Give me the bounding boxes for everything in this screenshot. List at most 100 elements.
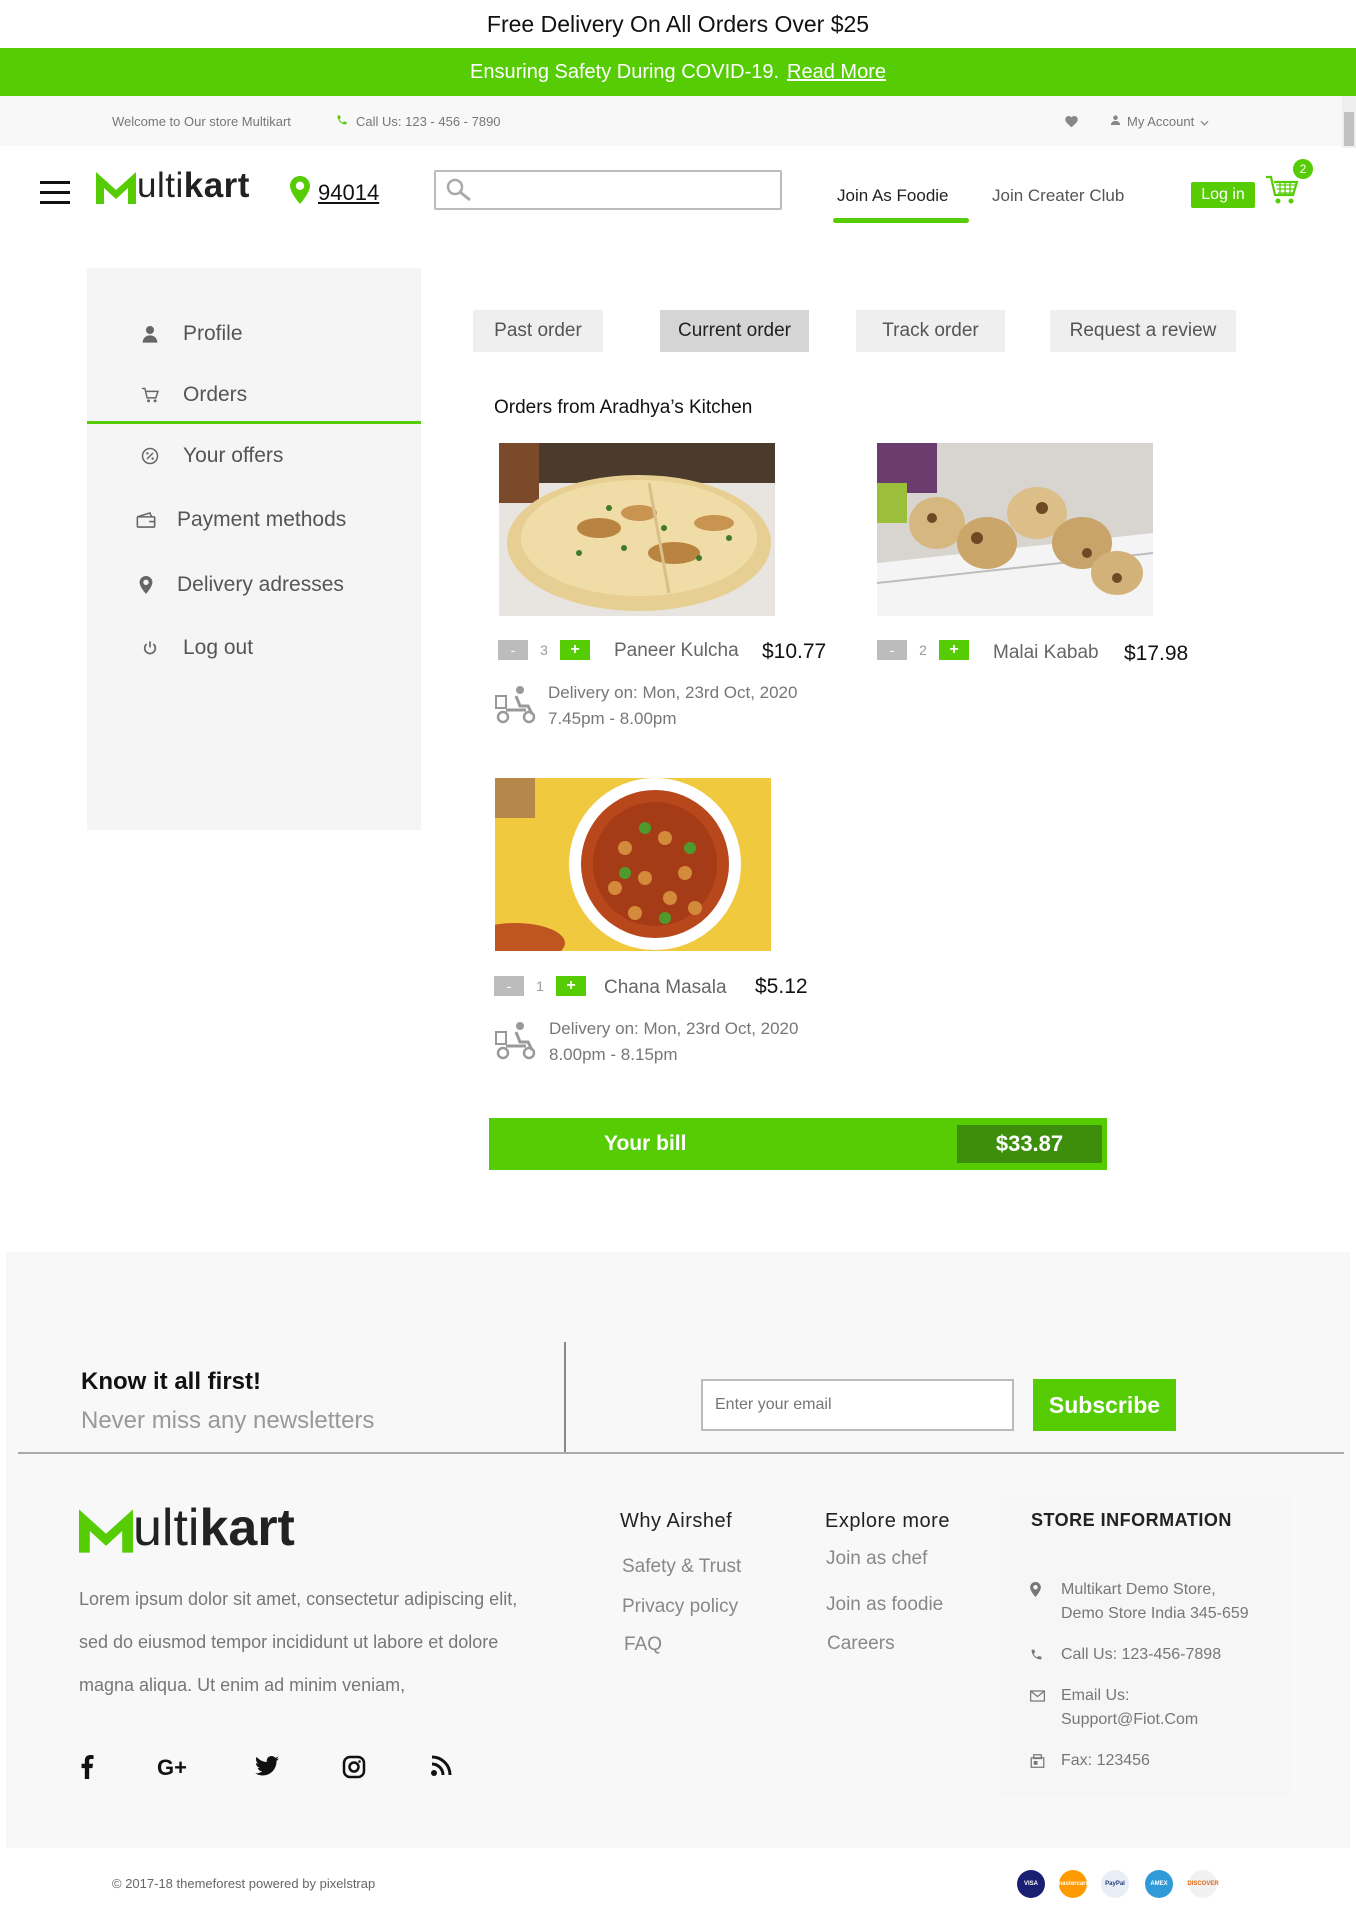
delivery-time: 7.45pm - 8.00pm [548, 709, 677, 728]
store-address-line-1: Multikart Demo Store, [1061, 1581, 1216, 1598]
phone-icon [1030, 1648, 1043, 1666]
multikart-logo[interactable]: ultikart [96, 168, 250, 204]
facebook-icon[interactable] [80, 1755, 94, 1784]
amex-icon: AMEX [1145, 1870, 1173, 1898]
discover-icon: DISCOVER [1187, 1870, 1219, 1898]
footer-link-join-chef[interactable]: Join as chef [826, 1548, 927, 1570]
kitchen-title: Orders from Aradhya’s Kitchen [494, 397, 753, 418]
decrease-button[interactable]: - [494, 976, 524, 996]
bill-label: Your bill [604, 1132, 687, 1155]
read-more-link[interactable]: Read More [787, 61, 886, 84]
location-pin-icon [290, 176, 310, 209]
delivery-date: Delivery on: Mon, 23rd Oct, 2020 [549, 1019, 799, 1038]
search-box[interactable] [434, 170, 782, 210]
tab-past-order[interactable]: Past order [473, 310, 603, 352]
nav-join-creater-club[interactable]: Join Creater Club [992, 186, 1124, 206]
newsletter-email-field[interactable] [701, 1379, 1014, 1431]
tab-current-order[interactable]: Current order [660, 310, 809, 352]
tab-request-review[interactable]: Request a review [1050, 310, 1236, 352]
logo-m-mark [79, 1509, 133, 1553]
logo-m-mark [96, 172, 136, 204]
utility-phone-text: Call Us: 123 - 456 - 7890 [356, 113, 501, 129]
rss-icon[interactable] [430, 1755, 452, 1782]
footer-why-title: Why Airshef [620, 1510, 733, 1532]
search-input[interactable] [436, 172, 780, 208]
store-phone: Call Us: 123-456-7898 [1061, 1646, 1222, 1663]
quantity-value: 3 [528, 640, 560, 660]
user-icon [137, 325, 163, 343]
instagram-icon[interactable] [342, 1755, 366, 1784]
my-account-label: My Account [1127, 113, 1195, 129]
bill-amount: $33.87 [957, 1125, 1102, 1163]
tab-track-order[interactable]: Track order [856, 310, 1005, 352]
decrease-button[interactable]: - [498, 640, 528, 660]
footer-link-privacy[interactable]: Privacy policy [622, 1596, 738, 1618]
increase-button[interactable]: + [560, 640, 590, 660]
google-plus-icon[interactable]: G+ [157, 1755, 193, 1784]
cart-icon [137, 387, 163, 403]
food-price: $10.77 [762, 640, 827, 663]
store-address-line-2: Demo Store India 345-659 [1061, 1605, 1249, 1622]
footer-link-faq[interactable]: FAQ [624, 1634, 662, 1656]
footer-logo[interactable]: ultikart [79, 1502, 295, 1554]
login-button[interactable]: Log in [1191, 182, 1255, 208]
sidebar-item-label: Payment methods [177, 508, 347, 531]
scrollbar-thumb[interactable] [1344, 112, 1354, 146]
food-price: $17.98 [1124, 642, 1189, 665]
store-email-address[interactable]: Support@Fiot.Com [1061, 1708, 1198, 1732]
increase-button[interactable]: + [939, 640, 969, 660]
sidebar-item-profile[interactable]: Profile [87, 314, 421, 354]
footer-link-careers[interactable]: Careers [827, 1633, 895, 1655]
zip-code-link[interactable]: 94014 [318, 180, 379, 206]
search-icon [444, 177, 474, 208]
email-input[interactable] [703, 1381, 1012, 1429]
malai-kabab-image [877, 443, 1153, 616]
store-info-title: STORE INFORMATION [1031, 1510, 1232, 1530]
store-email: Email Us: Support@Fiot.Com [1061, 1684, 1198, 1732]
food-name: Chana Masala [604, 977, 727, 998]
store-fax: Fax: 123456 [1061, 1752, 1150, 1769]
logo-bold-text: kart [199, 1499, 295, 1557]
sidebar-item-label: Profile [183, 322, 243, 345]
twitter-icon[interactable] [255, 1755, 279, 1782]
bill-bar[interactable]: Your bill $33.87 [489, 1118, 1107, 1170]
shopping-cart-icon[interactable] [1265, 174, 1299, 211]
sidebar-item-label: Delivery adresses [177, 573, 344, 596]
logo-bold-text: kart [183, 166, 250, 205]
subscribe-button[interactable]: Subscribe [1033, 1379, 1176, 1431]
delivery-time: 8.00pm - 8.15pm [549, 1045, 678, 1064]
hamburger-menu-icon[interactable] [40, 181, 70, 205]
fax-icon [1030, 1754, 1045, 1773]
footer-explore-title: Explore more [825, 1510, 950, 1532]
increase-button[interactable]: + [556, 976, 586, 996]
sidebar-item-payment[interactable]: Payment methods [87, 500, 421, 540]
utility-phone: Call Us: 123 - 456 - 7890 [336, 96, 501, 146]
quantity-stepper[interactable]: - 1 + [494, 976, 586, 996]
wishlist-heart-icon[interactable] [1064, 96, 1079, 146]
footer-link-safety[interactable]: Safety & Trust [622, 1556, 741, 1578]
sidebar-item-orders[interactable]: Orders [87, 375, 421, 415]
account-sidebar: Profile Orders Your offers Payment metho… [87, 268, 421, 830]
paypal-icon: PayPal [1101, 1870, 1129, 1898]
sidebar-item-label: Your offers [183, 444, 284, 467]
my-account-dropdown[interactable]: My Account [1110, 96, 1209, 146]
sidebar-item-addresses[interactable]: Delivery adresses [87, 565, 421, 605]
chevron-down-icon [1200, 114, 1209, 129]
sidebar-item-offers[interactable]: Your offers [87, 436, 421, 476]
quantity-stepper[interactable]: - 2 + [877, 640, 969, 660]
nav-active-underline [833, 218, 969, 223]
sidebar-active-divider [87, 421, 421, 424]
delivery-scooter-icon [494, 1020, 536, 1067]
nav-join-as-foodie[interactable]: Join As Foodie [837, 186, 949, 206]
sidebar-item-logout[interactable]: Log out [87, 628, 421, 668]
wallet-icon [133, 512, 159, 528]
store-address: Multikart Demo Store, Demo Store India 3… [1061, 1578, 1249, 1626]
utility-bar: Welcome to Our store Multikart Call Us: … [0, 96, 1356, 146]
mastercard-icon: mastercard [1057, 1870, 1089, 1898]
svg-text:G+: G+ [157, 1755, 187, 1779]
phone-icon [336, 114, 348, 129]
decrease-button[interactable]: - [877, 640, 907, 660]
quantity-stepper[interactable]: - 3 + [498, 640, 590, 660]
footer-link-join-foodie[interactable]: Join as foodie [826, 1594, 943, 1616]
free-delivery-banner: Free Delivery On All Orders Over $25 [0, 0, 1356, 48]
